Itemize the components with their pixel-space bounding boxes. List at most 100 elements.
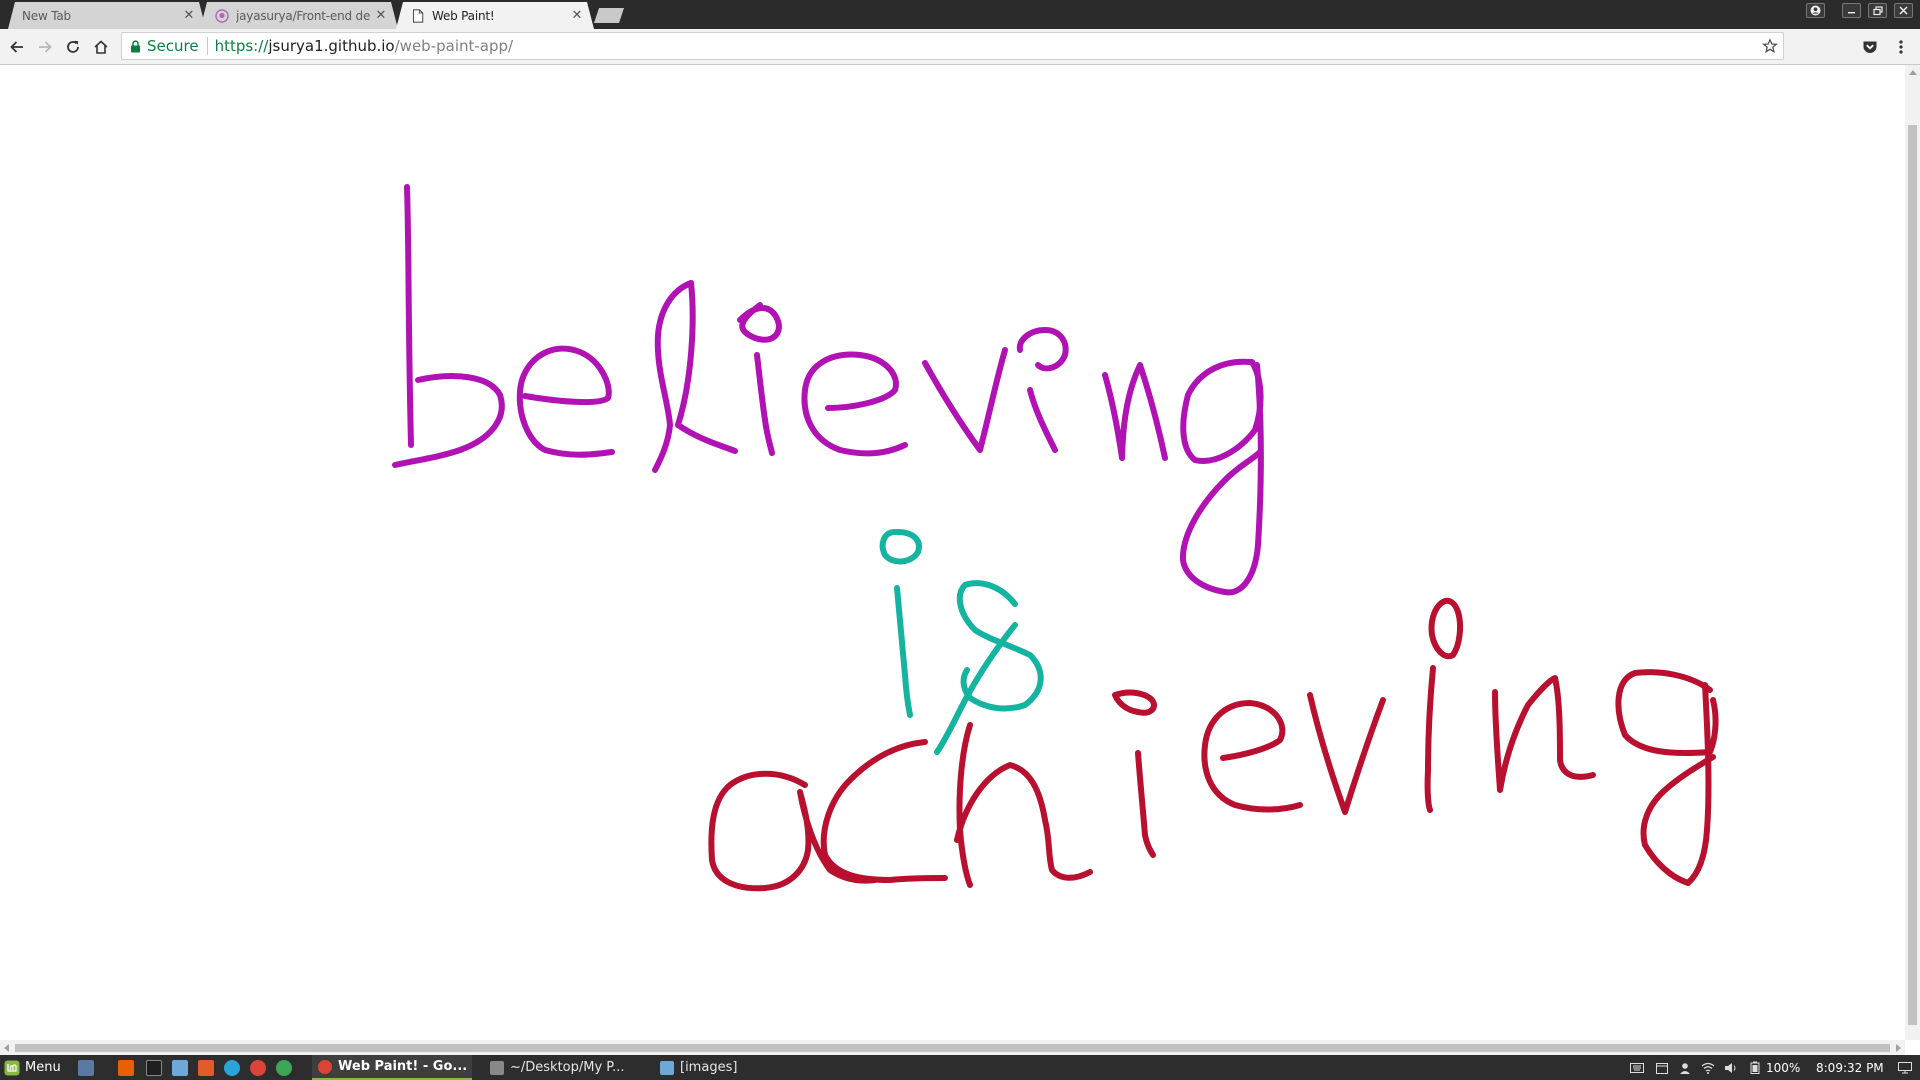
close-window-button[interactable] [1894,3,1913,18]
horizontal-scrollbar[interactable] [0,1040,1905,1055]
vertical-scroll-thumb[interactable] [1908,125,1917,1025]
start-menu-button[interactable]: Menu [4,1055,61,1080]
restore-button[interactable] [1868,3,1887,18]
scroll-right-arrow-icon[interactable] [1896,1044,1901,1052]
new-tab-button[interactable] [594,8,624,23]
battery-icon[interactable] [1748,1061,1762,1074]
tab-github[interactable]: jayasurya/Front-end de ✕ [200,2,398,29]
minimize-button[interactable] [1842,3,1861,18]
taskbar-window-web-paint[interactable]: Web Paint! - Go... [312,1055,472,1080]
lock-icon [130,39,141,53]
stroke-g-stem [1640,682,1716,886]
close-icon[interactable]: ✕ [374,8,388,23]
stroke-g-bowl [1615,669,1719,757]
secure-label: Secure [147,37,199,55]
stroke-e [516,345,615,458]
stroke-b [404,184,414,448]
show-desktop-icon[interactable] [78,1060,94,1076]
stroke-n [1492,675,1596,793]
close-icon[interactable]: ✕ [570,8,584,23]
url-host: jsurya1.github.io [268,37,395,55]
calendar-icon[interactable] [1655,1061,1669,1074]
address-separator [206,37,208,55]
terminal-icon[interactable] [146,1060,162,1076]
stroke-v [1307,692,1386,815]
stroke-i [1135,750,1156,858]
forward-arrow-icon [39,41,52,53]
pocket-button[interactable] [1860,37,1880,57]
page-icon [410,8,426,24]
url-text[interactable]: https://jsurya1.github.io/web-paint-app/ [215,37,514,55]
reload-button[interactable] [63,37,83,57]
stroke-e2 [801,351,908,457]
stroke-i-dot [879,529,922,565]
horizontal-scroll-thumb[interactable] [15,1044,1890,1052]
stroke-i2 [1027,387,1058,453]
keyboard-icon[interactable] [1630,1061,1644,1074]
stroke-i2-dot [1428,597,1464,660]
stroke-l-tail [675,280,738,454]
chrome-icon [318,1059,332,1074]
mint-logo-icon [4,1060,20,1075]
vertical-scrollbar[interactable] [1905,65,1920,1040]
forward-button[interactable] [35,37,55,57]
stroke-h-arch [954,762,1093,881]
wifi-icon[interactable] [1701,1061,1715,1074]
back-button[interactable] [7,37,27,57]
tab-title: New Tab [22,8,71,23]
drawn-word-is [879,529,1044,755]
tab-web-paint[interactable]: Web Paint! ✕ [396,2,594,29]
volume-icon[interactable] [1724,1061,1738,1074]
tab-strip: New Tab ✕ jayasurya/Front-end de ✕ Web P… [0,0,1920,29]
back-arrow-icon [10,41,23,53]
battery-percentage: 100% [1766,1060,1801,1075]
bookmark-star-icon[interactable] [1761,37,1779,55]
close-icon[interactable]: ✕ [182,8,196,23]
stroke-i-dot [1112,689,1157,716]
browser-toolbar: Secure https://jsurya1.github.io/web-pai… [0,29,1920,65]
show-desktop-tray-icon[interactable] [1898,1061,1912,1074]
window-title: [images] [680,1060,738,1075]
app-launcher-icon[interactable] [276,1060,292,1076]
stroke-g-stem [1179,362,1264,596]
stroke-i2 [1424,665,1436,813]
desktop-screen: New Tab ✕ jayasurya/Front-end de ✕ Web P… [0,0,1920,1080]
stroke-i2-dot [1016,327,1069,372]
github-octocat-icon [214,8,230,24]
stroke-i [754,352,775,456]
stroke-a [708,770,878,892]
user-icon[interactable] [1678,1061,1692,1074]
paint-canvas[interactable] [0,65,1905,1040]
scroll-up-arrow-icon[interactable] [1909,70,1917,75]
folder-icon [660,1060,674,1075]
profile-icon[interactable] [1806,3,1825,18]
stroke-g-bowl [1180,358,1264,464]
window-title: ~/Desktop/My P... [510,1060,625,1075]
stroke-n [1102,362,1168,461]
sublime-text-icon[interactable] [198,1060,214,1076]
stroke-s-tail [934,622,1018,755]
tab-title: Web Paint! [432,8,495,23]
stroke-c [820,739,948,883]
stroke-e [1201,700,1303,813]
files-icon[interactable] [172,1060,188,1076]
address-bar[interactable]: Secure https://jsurya1.github.io/web-pai… [121,32,1784,60]
taskbar-window-desktop[interactable]: ~/Desktop/My P... [484,1055,644,1080]
taskbar-window-images[interactable]: [images] [654,1055,794,1080]
web-page [0,65,1905,1040]
browser-icon[interactable] [224,1060,240,1076]
window-title: Web Paint! - Go... [338,1059,468,1074]
chrome-icon[interactable] [250,1060,266,1076]
home-icon [94,40,108,54]
editor-icon [490,1060,504,1075]
pocket-icon [1863,41,1877,53]
firefox-icon[interactable] [118,1060,134,1076]
clock[interactable]: 8:09:32 PM [1816,1055,1884,1080]
tab-new-tab[interactable]: New Tab ✕ [8,2,206,29]
menu-button[interactable] [1891,37,1911,57]
stroke-i [894,585,913,718]
drawn-word-believing [392,184,1264,596]
stroke-i-dot [737,302,782,343]
scroll-left-arrow-icon[interactable] [4,1044,9,1052]
home-button[interactable] [91,37,111,57]
